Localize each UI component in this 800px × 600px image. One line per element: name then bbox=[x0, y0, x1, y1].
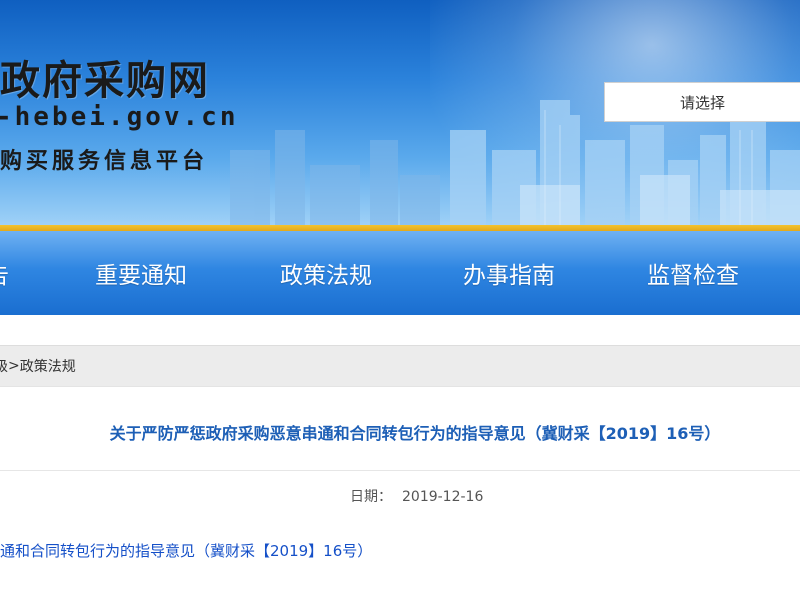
article-date-row: 日期： 2019-12-16 bbox=[350, 486, 483, 506]
main-nav-bar: 告 重要通知 政策法规 办事指南 监督检查 bbox=[0, 231, 800, 315]
breadcrumb-separator: > bbox=[8, 358, 20, 374]
article-attachment-link[interactable]: 通和合同转包行为的指导意见（冀财采【2019】16号） bbox=[0, 540, 372, 561]
site-logo-subtitle: 购买服务信息平台 bbox=[0, 149, 209, 174]
breadcrumb-current-link[interactable]: 政策法规 bbox=[20, 356, 76, 376]
header-banner: 政府采购网 -hebei.gov.cn 购买服务信息平台 请选择 bbox=[0, 0, 800, 225]
region-select-dropdown[interactable]: 请选择 bbox=[604, 82, 800, 122]
article-title: 关于严防严惩政府采购恶意串通和合同转包行为的指导意见（冀财采【2019】16号） bbox=[109, 424, 721, 443]
article-divider bbox=[0, 470, 800, 471]
nav-item-important-notice[interactable]: 重要通知 bbox=[95, 231, 187, 315]
site-logo-domain: -hebei.gov.cn bbox=[0, 102, 239, 132]
nav-item-supervision[interactable]: 监督检查 bbox=[647, 231, 739, 315]
nav-item-policy-regulations[interactable]: 政策法规 bbox=[280, 231, 372, 315]
site-logo-title: 政府采购网 bbox=[0, 58, 210, 104]
region-select-label: 请选择 bbox=[679, 93, 725, 112]
breadcrumb: 级 > 政策法规 bbox=[0, 345, 800, 387]
article-date-label: 日期： bbox=[350, 489, 392, 505]
nav-item-announcement[interactable]: 告 bbox=[0, 231, 9, 315]
nav-item-service-guide[interactable]: 办事指南 bbox=[463, 231, 555, 315]
article-date-value: 2019-12-16 bbox=[402, 489, 484, 505]
breadcrumb-parent-link[interactable]: 级 bbox=[0, 356, 8, 376]
